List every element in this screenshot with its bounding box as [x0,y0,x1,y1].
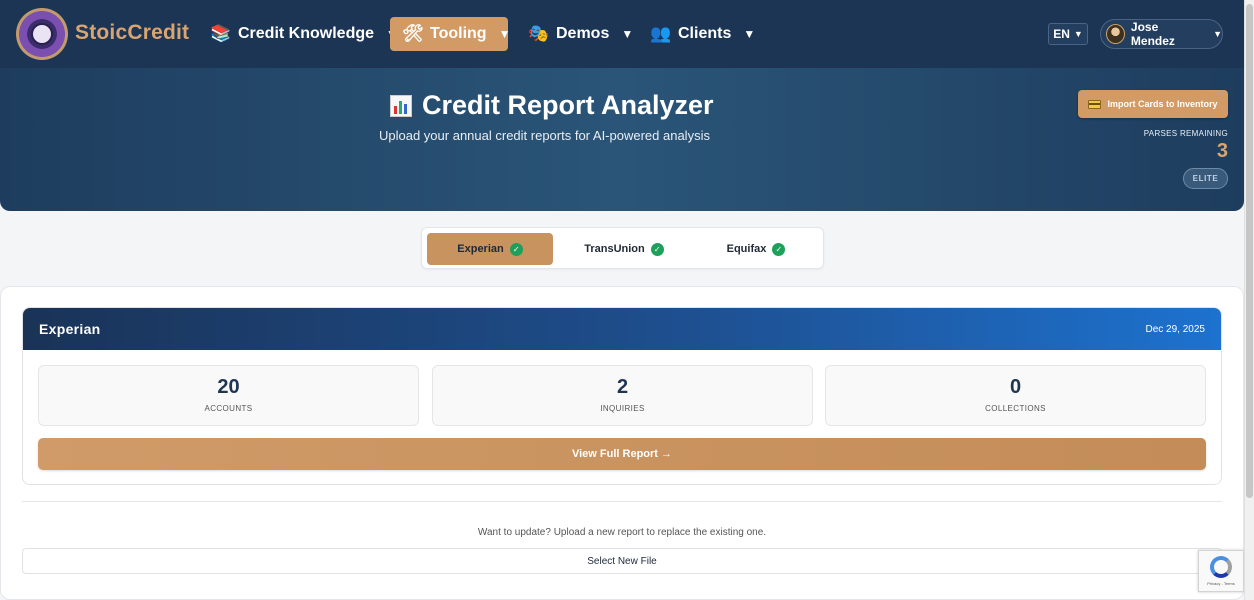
stat-accounts-label: ACCOUNTS [204,404,253,413]
stoiccredit-logo-icon[interactable] [16,8,68,60]
import-cards-label: Import Cards to Inventory [1107,99,1218,109]
stat-accounts-value: 20 [217,376,240,398]
report-bureau-name: Experian [39,321,101,337]
report-header: Experian Dec 29, 2025 [23,308,1221,350]
chevron-down-icon: ▼ [1213,29,1222,39]
stat-collections-label: COLLECTIONS [985,404,1046,413]
nav-credit-knowledge-label: Credit Knowledge [238,25,375,42]
chevron-down-icon: ▼ [1073,29,1083,39]
chevron-down-icon: ▼ [743,27,756,41]
brand-name[interactable]: StoicCredit [75,21,189,45]
language-label: EN [1053,27,1070,41]
avatar [1106,24,1125,44]
top-navigation: StoicCredit 📚 Credit Knowledge ▼ 🛠 Tooli… [0,0,1244,68]
tools-icon: 🛠 [402,24,424,43]
stat-inquiries: 2 INQUIRIES [432,365,813,426]
user-name: Jose Mendez [1130,20,1175,48]
import-cards-button[interactable]: Import Cards to Inventory [1078,90,1228,118]
books-icon: 📚 [210,24,232,43]
stat-accounts: 20 ACCOUNTS [38,365,419,426]
tab-transunion-label: TransUnion [584,243,645,255]
check-circle-icon: ✓ [509,242,523,256]
parses-remaining-label: PARSES REMAINING [1143,129,1228,138]
credit-card-icon [1088,99,1102,109]
stat-inquiries-label: INQUIRIES [600,404,645,413]
people-icon: 👥 [650,24,672,43]
recaptcha-icon [1210,556,1232,578]
page-subtitle: Upload your annual credit reports for AI… [379,128,710,143]
page-title: Credit Report Analyzer [390,90,714,121]
bar-chart-icon [390,94,412,117]
check-circle-icon: ✓ [772,242,786,256]
page-title-text: Credit Report Analyzer [422,90,714,120]
nav-credit-knowledge[interactable]: 📚 Credit Knowledge ▼ [198,17,410,51]
divider [22,501,1222,502]
nav-clients[interactable]: 👥 Clients ▼ [638,17,767,51]
tab-experian[interactable]: Experian ✓ [427,233,553,265]
report-date: Dec 29, 2025 [1145,324,1206,335]
stat-collections: 0 COLLECTIONS [825,365,1206,426]
nav-demos[interactable]: 🎭 Demos ▼ [516,17,645,51]
bureau-tabs: Experian ✓ TransUnion ✓ Equifax ✓ [421,227,824,269]
recaptcha-badge[interactable]: Privacy - Terms [1198,550,1244,592]
hero-banner: Credit Report Analyzer Upload your annua… [0,68,1244,211]
recaptcha-footer[interactable]: Privacy - Terms [1207,581,1234,586]
chevron-down-icon: ▼ [498,27,511,41]
upload-prompt: Want to update? Upload a new report to r… [477,527,767,538]
tier-badge: ELITE [1183,168,1228,189]
select-new-file-button[interactable]: Select New File [22,548,1222,574]
scrollbar-thumb[interactable] [1246,4,1253,498]
nav-tooling-label: Tooling [430,25,487,42]
report-summary-card: Experian Dec 29, 2025 20 ACCOUNTS 2 INQU… [22,307,1222,485]
nav-tooling[interactable]: 🛠 Tooling ▼ [390,17,511,51]
parses-remaining-count: 3 [1216,140,1228,162]
nav-demos-label: Demos [556,25,610,42]
language-selector[interactable]: EN ▼ [1048,23,1088,45]
nav-clients-label: Clients [678,25,732,42]
stat-inquiries-value: 2 [616,376,629,398]
stat-collections-value: 0 [1009,376,1022,398]
user-menu[interactable]: Jose Mendez ▼ [1100,19,1223,49]
view-full-report-button[interactable]: View Full Report → [38,438,1206,470]
chevron-down-icon: ▼ [621,27,634,41]
check-circle-icon: ✓ [650,242,664,256]
tab-experian-label: Experian [457,243,504,255]
tab-transunion[interactable]: TransUnion ✓ [561,233,687,265]
tab-equifax-label: Equifax [726,243,767,255]
tab-equifax[interactable]: Equifax ✓ [693,233,819,265]
theater-masks-icon: 🎭 [528,24,550,43]
page-scrollbar[interactable] [1244,0,1254,600]
